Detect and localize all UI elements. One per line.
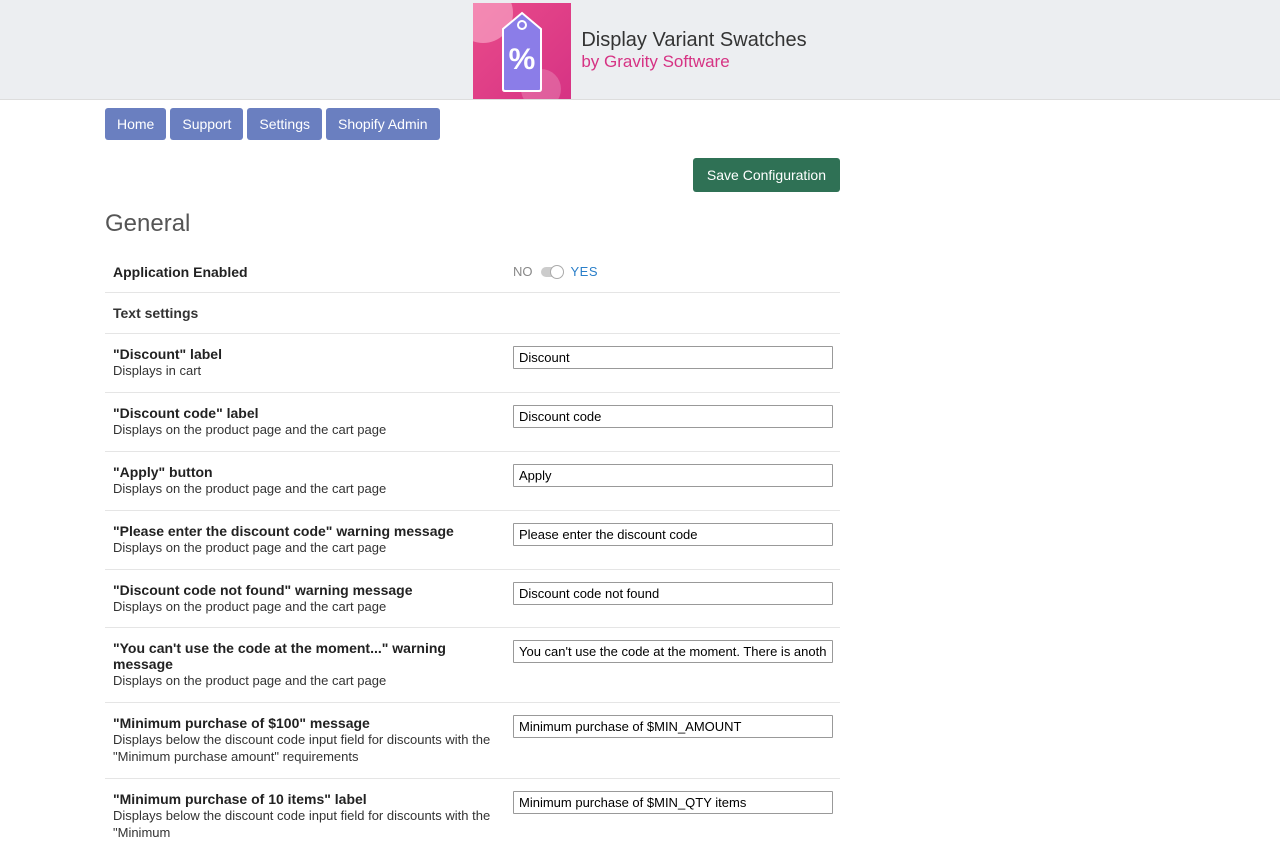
field-sublabel: Displays on the product page and the car…: [113, 422, 497, 439]
support-button[interactable]: Support: [170, 108, 243, 140]
banner-graphic: %: [473, 3, 571, 99]
field-sublabel: Displays below the discount code input f…: [113, 808, 497, 842]
code-not-found-warning-input[interactable]: [513, 582, 833, 605]
cant-use-code-warning-input[interactable]: [513, 640, 833, 663]
field-row: "Discount code" label Displays on the pr…: [105, 393, 840, 452]
field-sublabel: Displays on the product page and the car…: [113, 481, 497, 498]
header-banner: % Display Variant Swatches by Gravity So…: [0, 2, 1280, 100]
banner-title: Display Variant Swatches: [581, 29, 806, 52]
field-row: "Please enter the discount code" warning…: [105, 511, 840, 570]
apply-button-label-input[interactable]: [513, 464, 833, 487]
toggle-no-label: NO: [513, 264, 533, 279]
field-row: "Minimum purchase of $100" message Displ…: [105, 703, 840, 779]
banner-subtitle: by Gravity Software: [581, 52, 806, 72]
shopify-admin-button[interactable]: Shopify Admin: [326, 108, 440, 140]
enter-code-warning-input[interactable]: [513, 523, 833, 546]
discount-tag-icon: %: [499, 11, 545, 93]
app-enabled-toggle[interactable]: [541, 267, 563, 277]
app-enabled-row: Application Enabled NO YES: [105, 252, 840, 293]
min-purchase-qty-input[interactable]: [513, 791, 833, 814]
field-label: "Please enter the discount code" warning…: [113, 523, 497, 539]
text-settings-header: Text settings: [105, 293, 840, 334]
field-row: "Minimum purchase of 10 items" label Dis…: [105, 779, 840, 854]
home-button[interactable]: Home: [105, 108, 166, 140]
save-configuration-button[interactable]: Save Configuration: [693, 158, 840, 192]
field-label: "Apply" button: [113, 464, 497, 480]
field-sublabel: Displays below the discount code input f…: [113, 732, 497, 766]
toggle-yes-label: YES: [571, 264, 599, 279]
field-label: "You can't use the code at the moment...…: [113, 640, 497, 672]
field-label: "Discount code not found" warning messag…: [113, 582, 497, 598]
field-row: "Discount" label Displays in cart: [105, 334, 840, 393]
field-row: "Apply" button Displays on the product p…: [105, 452, 840, 511]
field-sublabel: Displays on the product page and the car…: [113, 599, 497, 616]
discount-code-label-input[interactable]: [513, 405, 833, 428]
discount-label-input[interactable]: [513, 346, 833, 369]
field-label: "Minimum purchase of $100" message: [113, 715, 497, 731]
section-title: General: [105, 210, 840, 238]
field-sublabel: Displays on the product page and the car…: [113, 673, 497, 690]
settings-button[interactable]: Settings: [247, 108, 322, 140]
app-enabled-label: Application Enabled: [113, 264, 497, 280]
field-row: "Discount code not found" warning messag…: [105, 570, 840, 629]
svg-text:%: %: [509, 43, 536, 76]
field-label: "Discount" label: [113, 346, 497, 362]
field-label: "Minimum purchase of 10 items" label: [113, 791, 497, 807]
min-purchase-amount-input[interactable]: [513, 715, 833, 738]
field-sublabel: Displays on the product page and the car…: [113, 540, 497, 557]
nav-buttons: Home Support Settings Shopify Admin: [105, 108, 840, 140]
field-row: "You can't use the code at the moment...…: [105, 628, 840, 703]
field-sublabel: Displays in cart: [113, 363, 497, 380]
field-label: "Discount code" label: [113, 405, 497, 421]
